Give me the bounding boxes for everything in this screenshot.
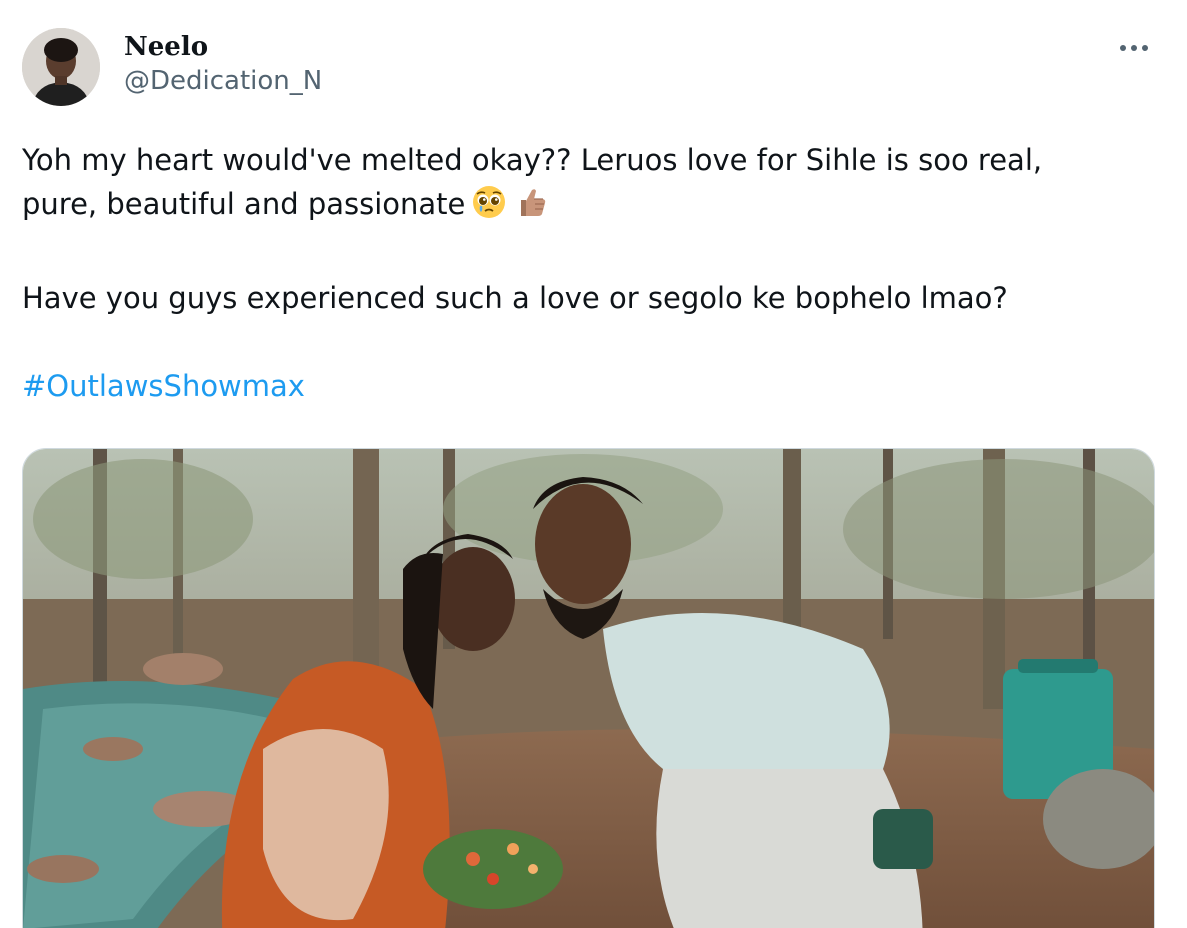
tweet-text-line-3: Have you guys experienced such a love or… [22,281,1008,315]
avatar-image [22,28,100,106]
pleading-face-emoji [471,184,507,232]
more-horizontal-icon [1120,45,1148,51]
thumbs-up-emoji [513,184,549,232]
tweet-card: Neelo @Dedication_N Yoh my heart would'v… [0,0,1187,928]
media-image [23,449,1154,928]
tweet-media-photo[interactable] [22,448,1155,928]
author-info: Neelo @Dedication_N [124,32,322,98]
more-options-button[interactable] [1112,36,1156,60]
tweet-text-line-2-text: pure, beautiful and passionate [22,187,466,221]
author-handle[interactable]: @Dedication_N [124,64,322,98]
tweet-hashtag-line: #OutlawsShowmax [22,364,1152,408]
author-display-name[interactable]: Neelo [124,32,322,62]
author-avatar[interactable] [22,28,100,106]
tweet-text-line-2: pure, beautiful and passionate [22,182,1152,232]
hashtag-link[interactable]: #OutlawsShowmax [22,369,305,403]
tweet-text: Yoh my heart would've melted okay?? Leru… [22,138,1152,408]
tweet-text-line-1: Yoh my heart would've melted okay?? Leru… [22,143,1043,177]
